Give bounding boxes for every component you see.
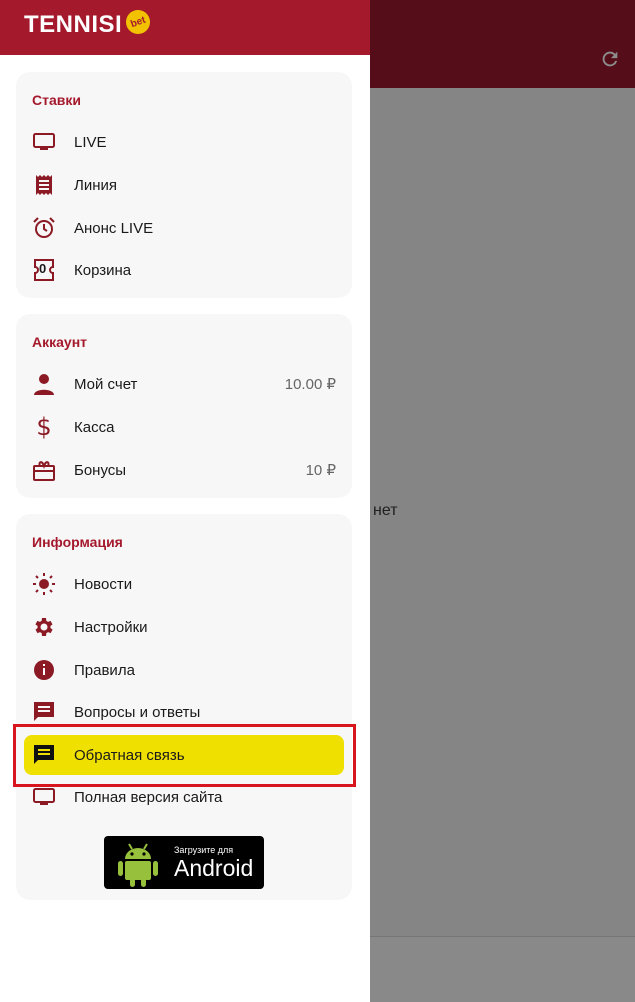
menu-item-rules[interactable]: Правила bbox=[16, 650, 352, 690]
bets-section: Ставки LIVE Линия Анонс LIVE 0 Корзина bbox=[16, 72, 352, 298]
android-robot-icon bbox=[118, 843, 158, 887]
menu-item-label: Линия bbox=[74, 176, 118, 194]
gear-icon bbox=[32, 615, 56, 639]
tv-icon bbox=[32, 130, 56, 154]
menu-item-label: Касса bbox=[74, 418, 115, 436]
gift-icon bbox=[32, 458, 56, 482]
menu-item-line[interactable]: Линия bbox=[16, 165, 352, 205]
menu-item-live-announce[interactable]: Анонс LIVE bbox=[16, 208, 352, 248]
menu-item-label: Правила bbox=[74, 661, 135, 679]
alarm-icon bbox=[32, 216, 56, 240]
menu-item-basket[interactable]: 0 Корзина bbox=[16, 250, 352, 290]
sun-icon bbox=[32, 572, 56, 596]
android-caption: Загрузите для bbox=[174, 845, 234, 855]
info-section-title: Информация bbox=[32, 534, 123, 550]
menu-item-settings[interactable]: Настройки bbox=[16, 607, 352, 647]
menu-item-my-account[interactable]: Мой счет 10.00 ₽ bbox=[16, 364, 352, 404]
navigation-drawer: TENNISI bet Ставки LIVE Линия Анонс LIVE bbox=[0, 0, 370, 1002]
drawer-header: TENNISI bet bbox=[0, 0, 370, 55]
android-download-button[interactable]: Загрузите для Android bbox=[104, 836, 264, 889]
tennisi-logo[interactable]: TENNISI bet bbox=[24, 6, 154, 39]
logo-badge: bet bbox=[122, 6, 154, 38]
menu-item-label: Новости bbox=[74, 575, 133, 593]
bets-section-title: Ставки bbox=[32, 92, 81, 108]
bonus-balance: 10 ₽ bbox=[305, 462, 336, 479]
highlight-frame bbox=[13, 724, 356, 787]
menu-item-label: Полная версия сайта bbox=[74, 788, 223, 806]
account-section: Аккаунт Мой счет 10.00 ₽ $ Касса Бонусы … bbox=[16, 314, 352, 498]
person-icon bbox=[32, 372, 56, 396]
menu-item-label: Корзина bbox=[74, 261, 132, 279]
account-balance: 10.00 ₽ bbox=[284, 376, 336, 393]
dollar-icon: $ bbox=[36, 413, 52, 441]
menu-item-label: Мой счет bbox=[74, 375, 138, 393]
basket-count: 0 bbox=[39, 261, 47, 276]
menu-item-label: LIVE bbox=[74, 133, 107, 151]
menu-item-label: Вопросы и ответы bbox=[74, 703, 201, 721]
menu-item-live[interactable]: LIVE bbox=[16, 122, 352, 162]
monitor-icon bbox=[32, 785, 56, 809]
coupon-icon: 0 bbox=[32, 258, 56, 282]
account-section-title: Аккаунт bbox=[32, 334, 88, 350]
menu-item-label: Анонс LIVE bbox=[74, 219, 154, 237]
menu-item-cashier[interactable]: $ Касса bbox=[16, 407, 352, 447]
info-icon bbox=[32, 658, 56, 682]
chat-icon bbox=[32, 700, 56, 724]
menu-item-bonuses[interactable]: Бонусы 10 ₽ bbox=[16, 450, 352, 490]
menu-item-label: Бонусы bbox=[74, 461, 127, 479]
list-icon bbox=[32, 173, 56, 197]
android-title: Android bbox=[174, 855, 254, 881]
menu-item-label: Настройки bbox=[74, 618, 148, 636]
menu-item-news[interactable]: Новости bbox=[16, 564, 352, 604]
logo-text: TENNISI bbox=[24, 11, 123, 38]
